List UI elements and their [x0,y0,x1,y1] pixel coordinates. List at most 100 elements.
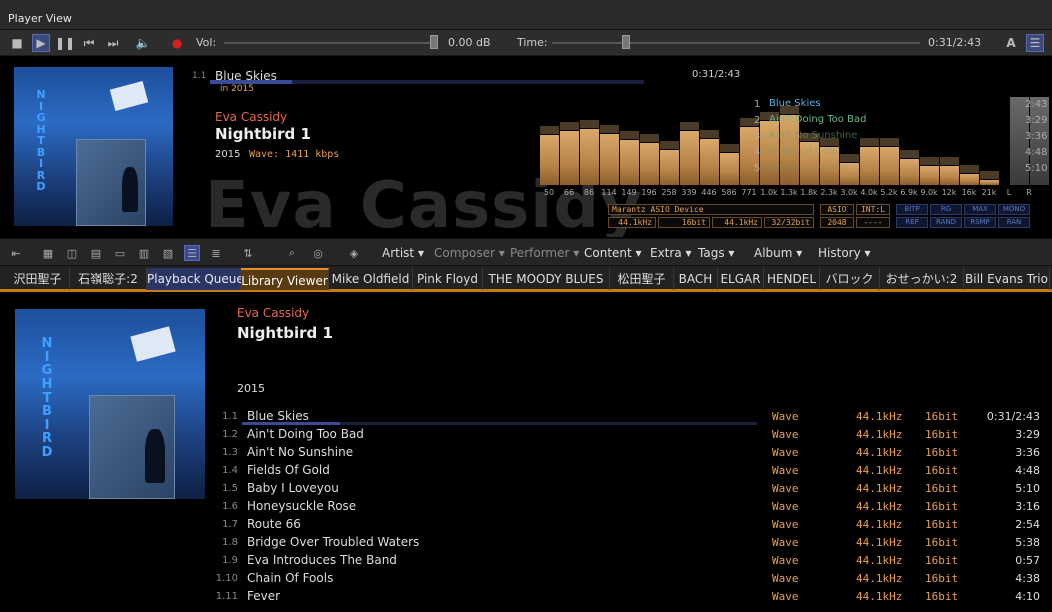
output-flag[interactable]: MAX [964,204,996,215]
track-title[interactable]: Eva Introduces The Band [247,553,397,567]
tab-item[interactable]: Playback Queue [147,268,244,290]
output-flag[interactable]: BITP [896,204,928,215]
track-row[interactable]: 1.4 Fields Of Gold Wave 44.1kHz 16bit 4:48 [0,462,1052,480]
filter-icon[interactable]: ◎ [310,245,326,261]
output-flag[interactable]: RG [930,204,962,215]
mini-queue-title[interactable]: Fields Of Gold [769,146,838,157]
search-icon[interactable]: ⌕ [284,245,300,261]
track-duration: 3:36 [1015,446,1040,459]
menu-album[interactable]: Album ▾ [754,246,802,260]
menu-history[interactable]: History ▾ [818,246,871,260]
next-icon[interactable]: ⏭ [104,34,122,52]
output-flag[interactable]: RAN [998,217,1030,228]
tab-item[interactable]: おせっかい:2 [880,268,964,290]
mini-queue-title[interactable]: Ain't No Sunshine [769,130,857,141]
menu-content[interactable]: Content ▾ [584,246,642,260]
np-artist[interactable]: Eva Cassidy [215,110,287,124]
mini-queue-title[interactable]: Baby I Love You [769,162,848,173]
track-title[interactable]: Ain't Doing Too Bad [247,427,364,441]
menu-icon[interactable]: ☰ [1026,34,1044,52]
columns-icon[interactable]: ▥ [136,245,152,261]
track-row[interactable]: 1.10 Chain Of Fools Wave 44.1kHz 16bit 4:38 [0,570,1052,588]
track-row[interactable]: 1.8 Bridge Over Troubled Waters Wave 44.1kH… [0,534,1052,552]
menu-performer[interactable]: Performer ▾ [510,246,579,260]
tab-item[interactable]: バロック [820,268,880,290]
track-title[interactable]: Honeysuckle Rose [247,499,356,513]
device-mode: ASIO [820,204,854,215]
tab-item[interactable]: Mike Oldfield [329,268,413,290]
record-icon[interactable]: ● [168,34,186,52]
track-number: 1.1 [222,411,238,422]
pause-icon[interactable]: ❚❚ [55,34,75,52]
track-bit-depth: 16bit [925,464,959,477]
tab-item[interactable]: THE MOODY BLUES [483,268,610,290]
track-row[interactable]: 1.7 Route 66 Wave 44.1kHz 16bit 2:54 [0,516,1052,534]
menu-tags[interactable]: Tags ▾ [698,246,734,260]
seek-slider[interactable] [552,42,920,44]
track-format: Wave [772,500,799,513]
library-album[interactable]: Nightbird 1 [237,324,333,342]
track-row[interactable]: 1.3 Ain't No Sunshine Wave 44.1kHz 16bit 3:36 [0,444,1052,462]
mini-queue-number: 2 [754,115,761,126]
track-row[interactable]: 1.6 Honeysuckle Rose Wave 44.1kHz 16bit 3:16 [0,498,1052,516]
compact-list-icon[interactable]: ≣ [208,245,224,261]
font-icon[interactable]: A [1002,34,1020,52]
single-icon[interactable]: ▭ [112,245,128,261]
tab-item[interactable]: Bill Evans Trio [964,268,1050,290]
tab-item[interactable]: 沢田聖子 [6,268,70,290]
layout-collapse-icon[interactable]: ⇤ [8,245,24,261]
tab-item[interactable]: Pink Floyd [413,268,483,290]
play-icon[interactable]: ▶ [32,34,50,52]
volume-knob[interactable] [430,35,438,49]
cascade-icon[interactable]: ◫ [64,245,80,261]
stop-icon[interactable]: ■ [8,34,26,52]
mini-queue-number: 4 [754,147,761,158]
track-title[interactable]: Baby I Loveyou [247,481,339,495]
np-album[interactable]: Nightbird 1 [215,125,311,143]
tab-item[interactable]: ELGAR [718,268,764,290]
grid-icon[interactable]: ▤ [88,245,104,261]
track-row[interactable]: 1.2 Ain't Doing Too Bad Wave 44.1kHz 16bit 3:… [0,426,1052,444]
tile-icon[interactable]: ▦ [40,245,56,261]
tab-item[interactable]: HENDEL [764,268,820,290]
library-artist[interactable]: Eva Cassidy [237,306,309,320]
volume-slider[interactable] [224,42,438,44]
seek-knob[interactable] [621,35,630,49]
previous-icon[interactable]: ⏮ [80,34,98,52]
output-flag[interactable]: MONO [998,204,1030,215]
output-flag[interactable]: REP [896,217,928,228]
mini-queue-number: 3 [754,131,761,142]
sort-icon[interactable]: ⇅ [240,245,256,261]
track-row[interactable]: 1.5 Baby I Loveyou Wave 44.1kHz 16bit 5:10 [0,480,1052,498]
tab-item[interactable]: BACH [674,268,718,290]
mini-queue-title[interactable]: Blue Skies [769,98,821,109]
track-title[interactable]: Fields Of Gold [247,463,330,477]
details-icon[interactable]: ▧ [160,245,176,261]
track-title[interactable]: Route 66 [247,517,301,531]
menu-extra[interactable]: Extra ▾ [650,246,692,260]
list-view-icon[interactable]: ☰ [184,245,200,261]
track-title[interactable]: Bridge Over Troubled Waters [247,535,419,549]
tab-item[interactable]: 石嶺聡子:2 [70,268,147,290]
mini-queue-duration: 3:29 [1025,115,1048,126]
track-row[interactable]: 1.11 Fever Wave 44.1kHz 16bit 4:10 [0,588,1052,606]
track-row[interactable]: 1.9 Eva Introduces The Band Wave 44.1kHz 16b… [0,552,1052,570]
menu-artist[interactable]: Artist ▾ [382,246,424,260]
output-flag[interactable]: RAND [930,217,962,228]
track-title[interactable]: Ain't No Sunshine [247,445,353,459]
menu-composer[interactable]: Composer ▾ [434,246,505,260]
mini-queue-title[interactable]: Ain't Doing Too Bad [769,114,866,125]
np-format: Wave: 1411 kbps [249,149,340,160]
track-title[interactable]: Fever [247,589,280,603]
output-flag[interactable]: RSMP [964,217,996,228]
tab-item[interactable]: Library Viewer [241,268,329,290]
spectrum-label: 1.0k [760,188,778,197]
track-title[interactable]: Chain Of Fools [247,571,333,585]
tab-item[interactable]: 松田聖子 [610,268,674,290]
track-title[interactable]: Blue Skies [247,409,309,423]
tag-icon[interactable]: ◈ [346,245,362,261]
track-sample-rate: 44.1kHz [856,410,903,423]
speaker-icon[interactable]: 🔈 [134,34,152,52]
track-number: 1.3 [222,447,238,458]
track-row[interactable]: 1.1 Blue Skies Wave 44.1kHz 16bit 0:31/2:43 [0,408,1052,426]
